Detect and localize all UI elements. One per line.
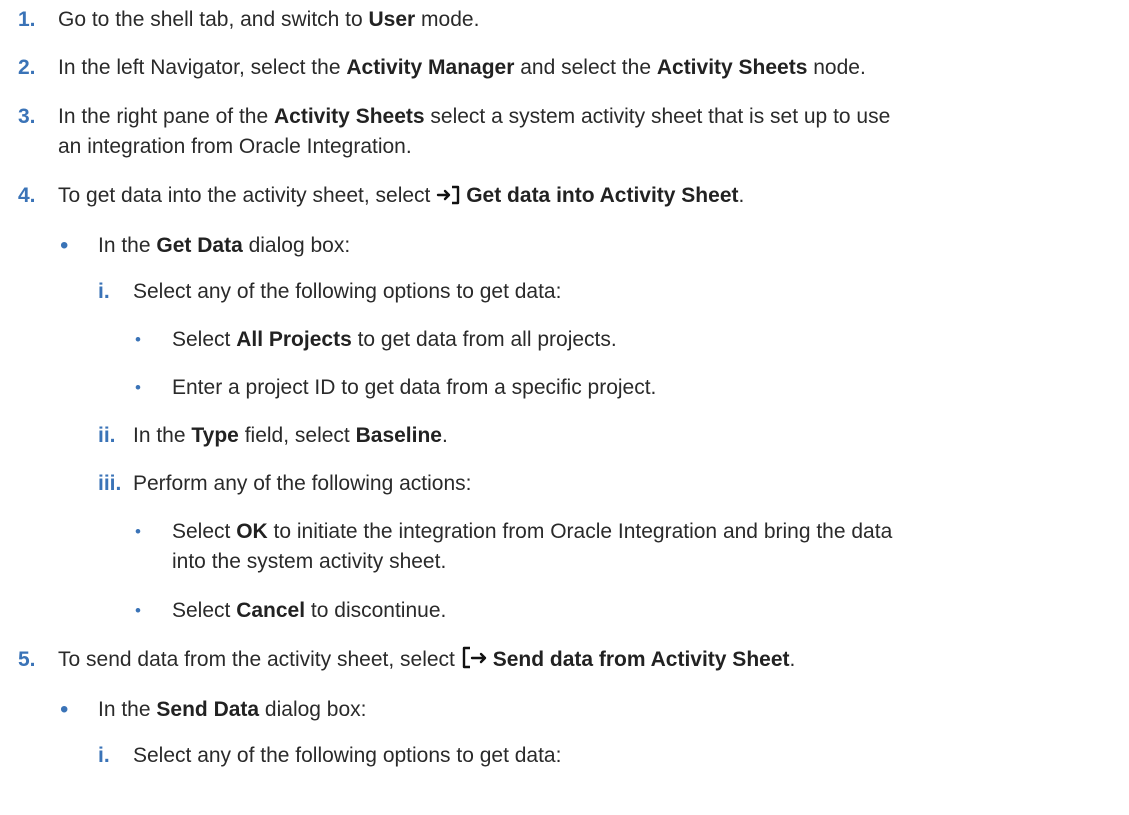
step-text: In the left Navigator, select the Activi… bbox=[58, 56, 866, 79]
option-text: into the system activity sheet. bbox=[172, 550, 447, 573]
send-data-from-icon bbox=[461, 646, 489, 678]
substep-number: i. bbox=[98, 744, 110, 767]
bullet: • bbox=[135, 330, 141, 349]
step-number: 3. bbox=[18, 105, 36, 128]
bullet: • bbox=[60, 696, 69, 723]
substep-number: i. bbox=[98, 280, 110, 303]
bullet: • bbox=[135, 378, 141, 397]
bullet-text: In the Get Data dialog box: bbox=[98, 234, 351, 257]
step-text: an integration from Oracle Integration. bbox=[58, 135, 412, 158]
bullet: • bbox=[135, 522, 141, 541]
bullet: • bbox=[135, 601, 141, 620]
step-text: Go to the shell tab, and switch to User … bbox=[58, 8, 480, 31]
step-number: 4. bbox=[18, 184, 36, 207]
substep-text: Select any of the following options to g… bbox=[133, 744, 562, 767]
substep-number: ii. bbox=[98, 424, 116, 447]
option-text: Enter a project ID to get data from a sp… bbox=[172, 376, 657, 399]
step-text: To send data from the activity sheet, se… bbox=[58, 646, 795, 678]
option-text: Select OK to initiate the integration fr… bbox=[172, 520, 893, 543]
step-text: To get data into the activity sheet, sel… bbox=[58, 182, 744, 214]
step-number: 5. bbox=[18, 648, 36, 671]
substep-text: Perform any of the following actions: bbox=[133, 472, 472, 495]
get-data-into-icon bbox=[436, 184, 462, 214]
step-text: In the right pane of the Activity Sheets… bbox=[58, 105, 891, 128]
substep-text: Select any of the following options to g… bbox=[133, 280, 562, 303]
substep-text: In the Type field, select Baseline. bbox=[133, 424, 448, 447]
bullet: • bbox=[60, 232, 69, 259]
option-text: Select All Projects to get data from all… bbox=[172, 328, 617, 351]
bullet-text: In the Send Data dialog box: bbox=[98, 698, 367, 721]
step-number: 1. bbox=[18, 8, 36, 31]
step-number: 2. bbox=[18, 56, 36, 79]
option-text: Select Cancel to discontinue. bbox=[172, 599, 447, 622]
substep-number: iii. bbox=[98, 472, 122, 495]
